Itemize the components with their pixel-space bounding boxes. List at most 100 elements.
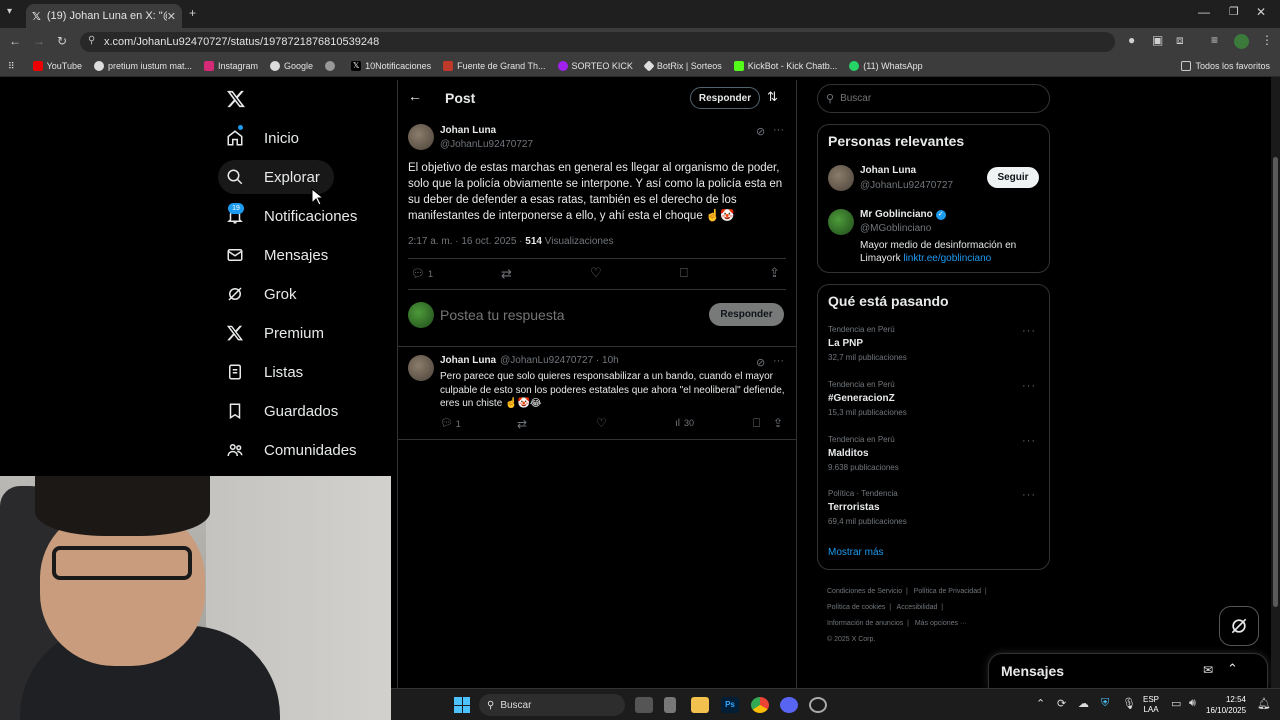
discord-icon[interactable] <box>780 697 798 713</box>
defender-icon[interactable]: ⛨ <box>1101 697 1109 710</box>
grok-floating-button[interactable] <box>1219 606 1259 646</box>
profile-avatar[interactable] <box>1234 34 1249 49</box>
tray-icon[interactable]: ⟳ <box>1057 697 1066 710</box>
app-icon[interactable] <box>664 697 676 713</box>
app-icon[interactable] <box>809 697 827 713</box>
grok-icon[interactable]: ⊘ <box>756 356 765 369</box>
footer-link[interactable]: Información de anuncios <box>827 620 903 627</box>
avatar[interactable] <box>408 124 434 150</box>
repost-icon[interactable]: ⇄ <box>501 266 512 282</box>
new-message-icon[interactable]: ✉ <box>1203 663 1213 677</box>
bookmark-google[interactable]: Google <box>270 61 313 71</box>
more-options-icon[interactable]: ··· <box>773 124 784 136</box>
author-name[interactable]: Johan Luna <box>440 125 496 136</box>
bookmark-10notificaciones[interactable]: 𝕏 10Notificaciones <box>351 61 431 71</box>
nav-grok[interactable]: Grok <box>218 277 311 311</box>
filter-sliders-icon[interactable]: ⇅ <box>767 89 778 105</box>
browser-menu-icon[interactable]: ⋮ <box>1261 33 1273 47</box>
bookmark-icon[interactable]: ⎕ <box>753 416 760 431</box>
mic-icon[interactable]: 🎙︎ <box>1122 697 1136 710</box>
bookmark-instagram[interactable]: Instagram <box>204 61 258 71</box>
tab-list-icon[interactable]: ▾ <box>7 6 12 17</box>
language-indicator[interactable]: ESP LAA <box>1143 695 1159 715</box>
taskbar-search[interactable]: ⚲ Buscar <box>479 694 625 716</box>
bookmark-globe[interactable] <box>325 61 339 71</box>
avatar[interactable] <box>828 209 854 235</box>
my-avatar[interactable] <box>408 302 434 328</box>
close-tab-icon[interactable]: ✕ <box>167 10 176 23</box>
trend-item[interactable]: Tendencia en Perú La PNP 32,7 mil publicac… <box>828 325 1048 362</box>
reply-meta[interactable]: @JohanLu92470727 · 10h <box>500 355 619 366</box>
more-options-icon[interactable]: ··· <box>773 355 784 367</box>
scrollbar-thumb[interactable] <box>1273 157 1278 607</box>
footer-link[interactable]: Política de cookies <box>827 604 885 611</box>
footer-link[interactable]: Más opciones ··· <box>915 620 967 627</box>
volume-icon[interactable]: 🔊︎ <box>1189 697 1196 710</box>
network-icon[interactable]: ▭ <box>1171 697 1181 710</box>
nav-premium[interactable]: Premium <box>218 316 338 350</box>
restore-icon[interactable]: ❐ <box>1229 5 1239 18</box>
windows-start-icon[interactable] <box>454 697 470 713</box>
like-icon[interactable]: ♡ <box>596 416 607 430</box>
reply-views[interactable]: ıl 30 <box>675 418 694 429</box>
bookmark-kickbot[interactable]: KickBot - Kick Chatb... <box>733 61 837 71</box>
scrollbar-track[interactable] <box>1271 77 1280 688</box>
person-handle[interactable]: @JohanLu92470727 <box>860 180 953 191</box>
person-name-row[interactable]: Mr Goblinciano ✓ <box>860 209 946 220</box>
search-input[interactable] <box>840 93 1021 104</box>
site-info-icon[interactable]: ⚲ <box>88 35 95 46</box>
new-tab-icon[interactable]: + <box>189 6 196 20</box>
reply-action[interactable]: 💬︎ 1 <box>411 267 433 280</box>
avatar[interactable] <box>828 165 854 191</box>
footer-link[interactable]: Accesibilidad <box>897 604 938 611</box>
like-icon[interactable]: ♡ <box>590 265 602 281</box>
cloud-icon[interactable]: ☁ <box>1078 697 1089 710</box>
photoshop-icon[interactable]: Ps <box>721 697 739 713</box>
show-more-link[interactable]: Mostrar más <box>828 547 884 558</box>
minimize-icon[interactable]: — <box>1198 5 1210 19</box>
clock[interactable]: 12:54 16/10/2025 <box>1206 694 1246 716</box>
reload-icon[interactable]: ↻ <box>57 34 67 48</box>
bookmark-botrix[interactable]: BotRix | Sorteos <box>643 60 722 72</box>
nav-inicio[interactable]: Inicio <box>218 121 313 155</box>
author-handle[interactable]: @JohanLu92470727 <box>440 139 533 150</box>
nav-comunidades[interactable]: Comunidades <box>218 433 371 467</box>
close-window-icon[interactable]: ✕ <box>1256 5 1266 19</box>
share-icon[interactable]: ⇪ <box>769 265 780 281</box>
bookmark-sorteo-kick[interactable]: SORTEO KICK <box>557 61 633 71</box>
media-icon[interactable]: ≡ <box>1211 33 1218 47</box>
forward-icon[interactable]: → <box>33 34 45 48</box>
extension2-icon[interactable]: ▣ <box>1152 33 1163 47</box>
bookmark-youtube[interactable]: YouTube <box>32 61 82 71</box>
trend-item[interactable]: Política · Tendencia Terroristas 69,4 mil … <box>828 489 1048 526</box>
grok-icon[interactable]: ⊘ <box>756 125 765 138</box>
footer-link[interactable]: Política de Privacidad <box>914 588 981 595</box>
reply-reply-action[interactable]: 💬︎ 1 <box>440 418 461 429</box>
bookmark-pretium[interactable]: pretium iustum mat... <box>93 61 192 71</box>
extensions-puzzle-icon[interactable]: ⧈ <box>1176 33 1184 48</box>
footer-link[interactable]: Condiciones de Servicio <box>827 588 902 595</box>
bookmark-whatsapp[interactable]: (11) WhatsApp <box>849 61 923 71</box>
file-explorer-icon[interactable] <box>691 697 709 713</box>
person-handle[interactable]: @MGoblinciano <box>860 223 931 234</box>
nav-notificaciones[interactable]: Notificaciones 19 <box>218 199 371 233</box>
person-name[interactable]: Johan Luna <box>860 165 916 176</box>
reply-header-button[interactable]: Responder <box>690 87 760 109</box>
expand-icon[interactable]: ⌃ <box>1227 661 1238 677</box>
reply-author[interactable]: Johan Luna <box>440 355 496 366</box>
reply-submit-button[interactable]: Responder <box>709 303 784 326</box>
reply-input[interactable] <box>440 304 690 326</box>
repost-icon[interactable]: ⇄ <box>517 417 527 431</box>
browser-tab[interactable]: 𝕏 (19) Johan Luna en X: "@MGob ✕ <box>26 4 182 28</box>
messages-drawer[interactable]: Mensajes ✉ ⌃ <box>988 653 1268 688</box>
bookmark-icon[interactable]: ⎕ <box>680 265 688 281</box>
share-icon[interactable]: ⇪ <box>773 416 783 430</box>
chrome-icon[interactable] <box>751 697 769 713</box>
task-view-icon[interactable] <box>635 697 653 713</box>
notification-bell-icon[interactable]: 🔔︎ <box>1257 697 1271 710</box>
x-logo-icon[interactable] <box>226 89 246 109</box>
bio-link[interactable]: linktr.ee/goblinciano <box>903 253 991 264</box>
back-arrow-icon[interactable]: ← <box>408 88 422 104</box>
apps-icon[interactable]: ⠿ <box>8 61 15 72</box>
back-icon[interactable]: ← <box>9 34 21 48</box>
